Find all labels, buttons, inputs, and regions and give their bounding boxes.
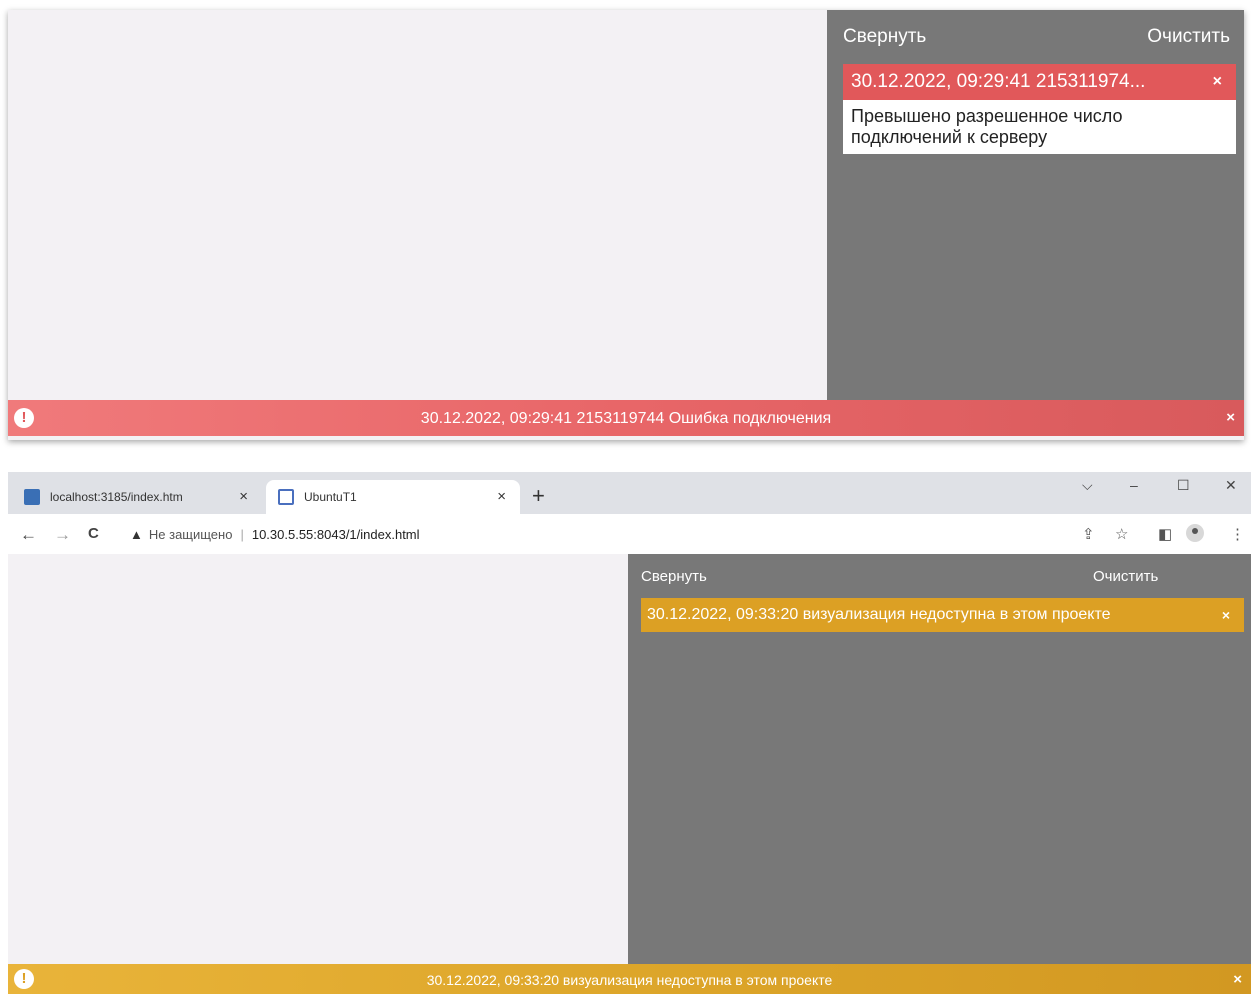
side-panel-icon[interactable]: ◧ <box>1158 525 1172 543</box>
tab-strip: localhost:3185/index.htm × UbuntuT1 × + … <box>8 472 1251 514</box>
forward-arrow-icon[interactable]: → <box>54 525 71 545</box>
site-favicon-icon <box>24 489 40 505</box>
tab-search-icon[interactable]: ⌵ <box>1082 477 1093 494</box>
url-text[interactable]: 10.30.5.55:8043/1/index.html <box>252 527 420 542</box>
clear-button[interactable]: Очистить <box>1147 26 1230 48</box>
close-tab-icon[interactable]: × <box>497 488 506 505</box>
notification-card: 30.12.2022, 09:29:41 215311974... × Прев… <box>843 64 1236 154</box>
close-icon[interactable]: × <box>1213 73 1222 91</box>
status-bar-error: ! 30.12.2022, 09:29:41 2153119744 Ошибка… <box>8 400 1244 436</box>
status-bar-message: 30.12.2022, 09:29:41 2153119744 Ошибка п… <box>420 410 832 427</box>
divider: | <box>240 526 244 542</box>
notification-panel: Свернуть Очистить 30.12.2022, 09:29:41 2… <box>827 10 1244 400</box>
notification-card-header: 30.12.2022, 09:29:41 215311974... × <box>843 64 1236 100</box>
close-icon[interactable]: × <box>1222 607 1230 623</box>
notification-panel-header: Свернуть Очистить <box>628 554 1251 604</box>
status-bar-warning: ! 30.12.2022, 09:33:20 визуализация недо… <box>8 964 1251 994</box>
menu-icon[interactable]: ⋮ <box>1230 525 1245 543</box>
security-status[interactable]: Не защищено <box>149 527 233 542</box>
screenshot-browser-visualization: localhost:3185/index.htm × UbuntuT1 × + … <box>8 472 1251 994</box>
profile-icon[interactable] <box>1186 524 1204 546</box>
collapse-button[interactable]: Свернуть <box>843 26 926 48</box>
notification-title: 30.12.2022, 09:33:20 визуализация недост… <box>647 606 1111 623</box>
screenshot-connection-error: Свернуть Очистить 30.12.2022, 09:29:41 2… <box>8 10 1244 440</box>
tab-ubuntut1[interactable]: UbuntuT1 × <box>266 480 520 514</box>
maximize-icon[interactable]: ☐ <box>1177 477 1190 494</box>
tab-localhost[interactable]: localhost:3185/index.htm × <box>12 480 262 514</box>
share-icon[interactable]: ⇪ <box>1082 525 1095 543</box>
clear-button[interactable]: Очистить <box>1093 568 1158 585</box>
page-favicon-icon <box>278 489 294 505</box>
notification-card: 30.12.2022, 09:33:20 визуализация недост… <box>641 598 1244 632</box>
status-bar-message: 30.12.2022, 09:33:20 визуализация недост… <box>426 972 833 988</box>
close-window-icon[interactable]: ✕ <box>1225 477 1237 494</box>
star-icon[interactable]: ☆ <box>1115 525 1128 543</box>
notification-panel: Свернуть Очистить 30.12.2022, 09:33:20 в… <box>628 554 1251 964</box>
omnibox[interactable]: ▲ Не защищено | 10.30.5.55:8043/1/index.… <box>120 520 1182 548</box>
warning-triangle-icon: ▲ <box>130 526 143 542</box>
close-icon[interactable]: × <box>1233 971 1242 988</box>
minimize-icon[interactable]: – <box>1130 477 1138 493</box>
close-tab-icon[interactable]: × <box>239 488 248 505</box>
notification-body: Превышено разрешенное число подключений … <box>843 100 1236 154</box>
tab-label: localhost:3185/index.htm <box>50 490 183 504</box>
collapse-button[interactable]: Свернуть <box>641 568 707 585</box>
back-arrow-icon[interactable]: ← <box>20 525 37 545</box>
tab-label: UbuntuT1 <box>304 490 357 504</box>
close-icon[interactable]: × <box>1226 409 1235 426</box>
reload-icon[interactable]: C <box>88 525 99 542</box>
new-tab-button[interactable]: + <box>532 483 545 509</box>
address-bar: ← → C ▲ Не защищено | 10.30.5.55:8043/1/… <box>8 514 1251 554</box>
notification-title: 30.12.2022, 09:29:41 215311974... <box>851 71 1146 92</box>
notification-panel-header: Свернуть Очистить <box>827 10 1244 60</box>
